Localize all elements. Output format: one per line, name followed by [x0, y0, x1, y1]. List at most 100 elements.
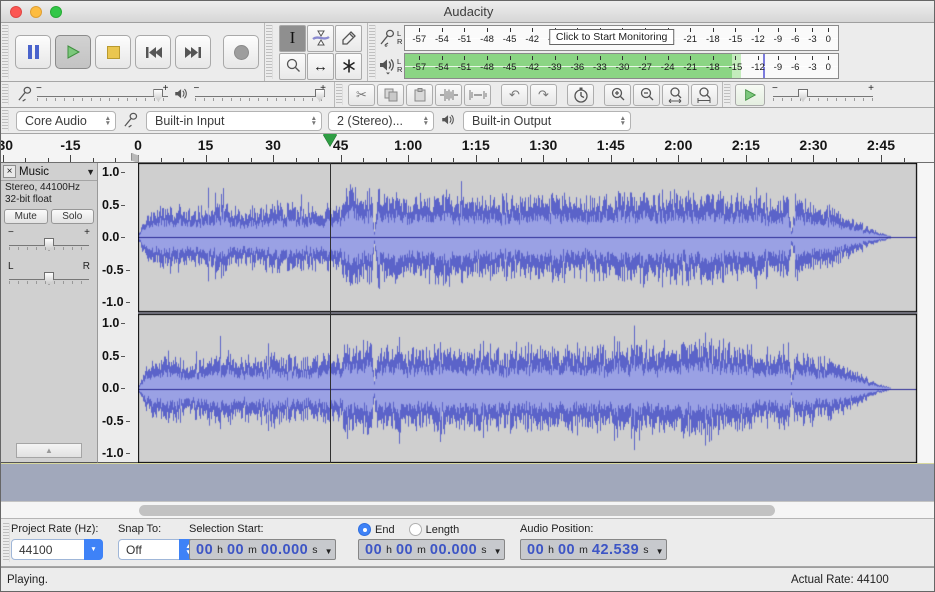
- meter-scale-label: -36: [570, 54, 584, 78]
- collapse-track-button[interactable]: ▲: [16, 443, 82, 458]
- project-rate-select[interactable]: 44100 ▼: [11, 539, 103, 560]
- field-dropdown-icon[interactable]: ▼: [494, 547, 502, 556]
- audio-host-select[interactable]: Core Audio▲▼: [16, 111, 116, 131]
- horizontal-scrollbar[interactable]: [1, 501, 935, 519]
- selection-end-field[interactable]: 00h 00m 00.000s ▼: [358, 539, 505, 560]
- toolbar-grip[interactable]: [336, 84, 343, 105]
- toolbar-grip[interactable]: [266, 25, 273, 79]
- zoom-window-button[interactable]: [50, 6, 62, 18]
- toolbar-grip[interactable]: [369, 25, 376, 79]
- meter-scale-label: -48: [480, 26, 494, 50]
- end-radio[interactable]: End: [358, 523, 395, 536]
- undo-button[interactable]: ↶: [501, 84, 528, 106]
- rewind-button[interactable]: [135, 35, 171, 69]
- toolbar-row-top: I ↔ LR: [1, 23, 935, 82]
- track-title[interactable]: Music: [19, 166, 49, 178]
- waveform-display[interactable]: [138, 163, 917, 463]
- recording-channels-select[interactable]: 2 (Stereo)...▲▼: [328, 111, 434, 131]
- audio-position-label: Audio Position:: [520, 523, 667, 535]
- playhead-marker-icon[interactable]: [323, 134, 337, 146]
- playback-speed-slider[interactable]: −+: [773, 87, 873, 103]
- sync-lock-button[interactable]: [567, 84, 594, 106]
- stepper-icon: ▲▼: [415, 116, 429, 126]
- cut-icon: ✂: [356, 87, 367, 103]
- silence-audio-button[interactable]: [464, 84, 491, 106]
- speaker-icon: [174, 87, 189, 102]
- track-menu-icon[interactable]: ▼: [86, 167, 95, 177]
- trim-audio-button[interactable]: [435, 84, 462, 106]
- draw-tool-button[interactable]: [335, 25, 362, 52]
- snap-to-select[interactable]: Off ▲▼: [118, 539, 198, 560]
- paste-button[interactable]: [406, 84, 433, 106]
- timeline-label: -15: [60, 137, 80, 153]
- recording-device-select[interactable]: Built-in Input▲▼: [146, 111, 322, 131]
- redo-button[interactable]: ↷: [530, 84, 557, 106]
- fast-forward-button[interactable]: [175, 35, 211, 69]
- timeline-tick: [341, 155, 342, 162]
- field-dropdown-icon[interactable]: ▼: [325, 547, 333, 556]
- gain-slider[interactable]: −+: [9, 236, 89, 252]
- meter-scale-label: -33: [593, 54, 607, 78]
- vertical-scale-ruler[interactable]: 1.00.50.0-0.5-1.01.00.50.0-0.5-1.0: [98, 163, 138, 463]
- meter-scale-label: -3: [808, 54, 816, 78]
- timeline-ruler[interactable]: -30-1501530451:001:151:301:452:002:152:3…: [1, 134, 935, 163]
- fit-project-button[interactable]: [691, 84, 718, 106]
- close-track-button[interactable]: ×: [3, 165, 16, 178]
- vertical-scrollbar[interactable]: [917, 163, 935, 463]
- cut-button[interactable]: ✂: [348, 84, 375, 106]
- close-window-button[interactable]: [10, 6, 22, 18]
- fit-selection-button[interactable]: [662, 84, 689, 106]
- solo-button[interactable]: Solo: [51, 209, 95, 224]
- timeline-tick: [836, 158, 837, 162]
- selection-start-field[interactable]: 00h 00m 00.000s ▼: [189, 539, 336, 560]
- playback-meter[interactable]: LR -57-54-51-48-45-42-39-36-33-30-27-24-…: [377, 53, 839, 79]
- horizontal-scrollbar-thumb[interactable]: [139, 505, 775, 516]
- trim-icon: [440, 88, 458, 102]
- length-radio[interactable]: Length: [409, 523, 460, 536]
- field-dropdown-icon[interactable]: ▼: [656, 547, 664, 556]
- toolbar-grip[interactable]: [2, 25, 9, 79]
- play-button[interactable]: [55, 35, 91, 69]
- timeline-tick: [431, 158, 432, 162]
- timeline-tick: [48, 158, 49, 162]
- playback-device-select[interactable]: Built-in Output▲▼: [463, 111, 631, 131]
- input-volume-slider[interactable]: −+: [37, 87, 168, 103]
- output-volume-slider[interactable]: −+: [195, 87, 326, 103]
- pan-slider[interactable]: LR: [9, 270, 89, 286]
- ruler-value-label: 1.0: [102, 165, 125, 179]
- track-format-label: Stereo, 44100Hz: [1, 181, 97, 193]
- audio-position-field[interactable]: 00h 00m 42.539s ▼: [520, 539, 667, 560]
- meter-scale-label: -45: [503, 54, 517, 78]
- mute-button[interactable]: Mute: [4, 209, 48, 224]
- toolbar-grip[interactable]: [724, 84, 731, 105]
- envelope-tool-button[interactable]: [307, 25, 334, 52]
- zoom-tool-button[interactable]: [279, 53, 306, 80]
- timeline-tick: [498, 158, 499, 162]
- playback-meter-bar[interactable]: -57-54-51-48-45-42-39-36-33-30-27-24-21-…: [404, 53, 839, 79]
- stop-button[interactable]: [95, 35, 131, 69]
- stepper-icon: ▲▼: [612, 116, 626, 126]
- record-button[interactable]: [223, 35, 259, 69]
- minimize-window-button[interactable]: [30, 6, 42, 18]
- selection-tool-button[interactable]: I: [279, 25, 306, 52]
- asterisk-icon: [341, 58, 357, 74]
- toolbar-grip[interactable]: [3, 523, 10, 562]
- timeline-tick: [521, 158, 522, 162]
- stopwatch-icon: [573, 87, 589, 103]
- recording-meter-bar[interactable]: -57-54-51-48-45-42-39-36-33-30-27-24-21-…: [404, 25, 839, 51]
- recording-meter[interactable]: LR -57-54-51-48-45-42-39-36-33-30-27-24-…: [377, 25, 839, 51]
- multi-tool-button[interactable]: [335, 53, 362, 80]
- timeline-label: 1:15: [462, 137, 490, 153]
- meter-scale-label: -54: [435, 26, 449, 50]
- zoom-in-button[interactable]: [604, 84, 631, 106]
- play-at-speed-button[interactable]: [735, 84, 765, 106]
- copy-button[interactable]: [377, 84, 404, 106]
- monitoring-tooltip[interactable]: Click to Start Monitoring: [549, 29, 674, 45]
- pause-button[interactable]: [15, 35, 51, 69]
- timeline-label: 2:00: [664, 137, 692, 153]
- zoom-out-button[interactable]: [633, 84, 660, 106]
- toolbar-grip[interactable]: [2, 110, 9, 131]
- meter-scale-label: -51: [458, 54, 472, 78]
- timeshift-tool-button[interactable]: ↔: [307, 53, 334, 80]
- toolbar-grip[interactable]: [2, 84, 9, 105]
